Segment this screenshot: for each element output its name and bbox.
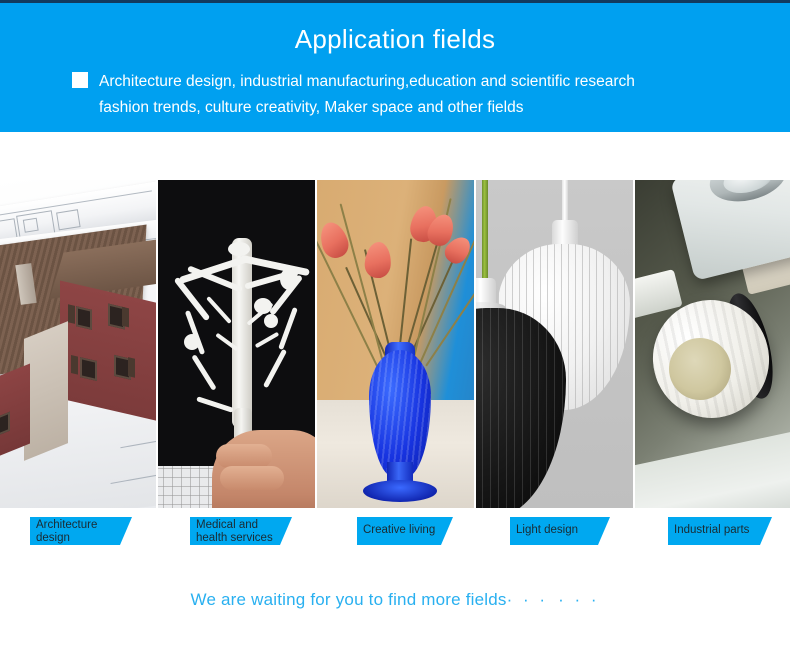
banner-body: Architecture design, industrial manufact…: [72, 69, 762, 121]
footer-dots-1: · · ·: [506, 590, 549, 609]
caption-architecture-line-1: Architecture: [36, 519, 98, 531]
house-wall-beige: [24, 321, 68, 461]
vascular-trunk: [232, 238, 252, 428]
caption-medical-line-2: health services: [196, 532, 273, 544]
caption-creative-living-line-1: Creative living: [363, 524, 436, 536]
caption-light-design[interactable]: Light design: [510, 517, 610, 545]
lamp-cord-green: [482, 180, 488, 282]
tulip-flower: [363, 241, 393, 279]
caption-architecture-line-2: design: [36, 532, 70, 544]
caption-creative-living[interactable]: Creative living: [357, 517, 453, 545]
caption-light-design-line-1: Light design: [516, 524, 579, 536]
gallery-image-creative-living: [317, 180, 474, 508]
footer-tagline: We are waiting for you to find more fiel…: [0, 590, 790, 610]
caption-medical[interactable]: Medical and health services: [190, 517, 292, 545]
gallery-image-light-design: [476, 180, 633, 508]
parts-surface: [635, 429, 790, 508]
gallery-image-architecture: [0, 180, 156, 508]
gallery-strip: [0, 180, 790, 508]
vase-foot: [363, 480, 437, 502]
vase-body: [369, 350, 431, 478]
caption-medical-line-1: Medical and: [196, 519, 259, 531]
banner-description-line-1: Architecture design, industrial manufact…: [99, 73, 635, 90]
gallery-captions: Architecture design Medical and health s…: [0, 508, 790, 558]
gallery-image-medical: [158, 180, 315, 508]
footer-tagline-text: We are waiting for you to find more fiel…: [190, 590, 507, 609]
caption-industrial-parts[interactable]: Industrial parts: [668, 517, 772, 545]
footer-dots-2: · · ·: [558, 590, 600, 609]
house-wall-red: [60, 280, 156, 422]
white-square-bullet-icon: [72, 72, 88, 88]
banner-description: Architecture design, industrial manufact…: [99, 69, 762, 121]
caption-architecture[interactable]: Architecture design: [30, 517, 132, 545]
lamp-shade-black: [476, 308, 566, 508]
caption-industrial-parts-line-1: Industrial parts: [674, 524, 750, 536]
lamp-cord-white: [562, 180, 568, 224]
gallery-image-industrial-parts: [635, 180, 790, 508]
banner-description-line-2: fashion trends, culture creativity, Make…: [99, 99, 524, 116]
banner: Application fields Architecture design, …: [0, 3, 790, 132]
page-title: Application fields: [294, 24, 496, 54]
